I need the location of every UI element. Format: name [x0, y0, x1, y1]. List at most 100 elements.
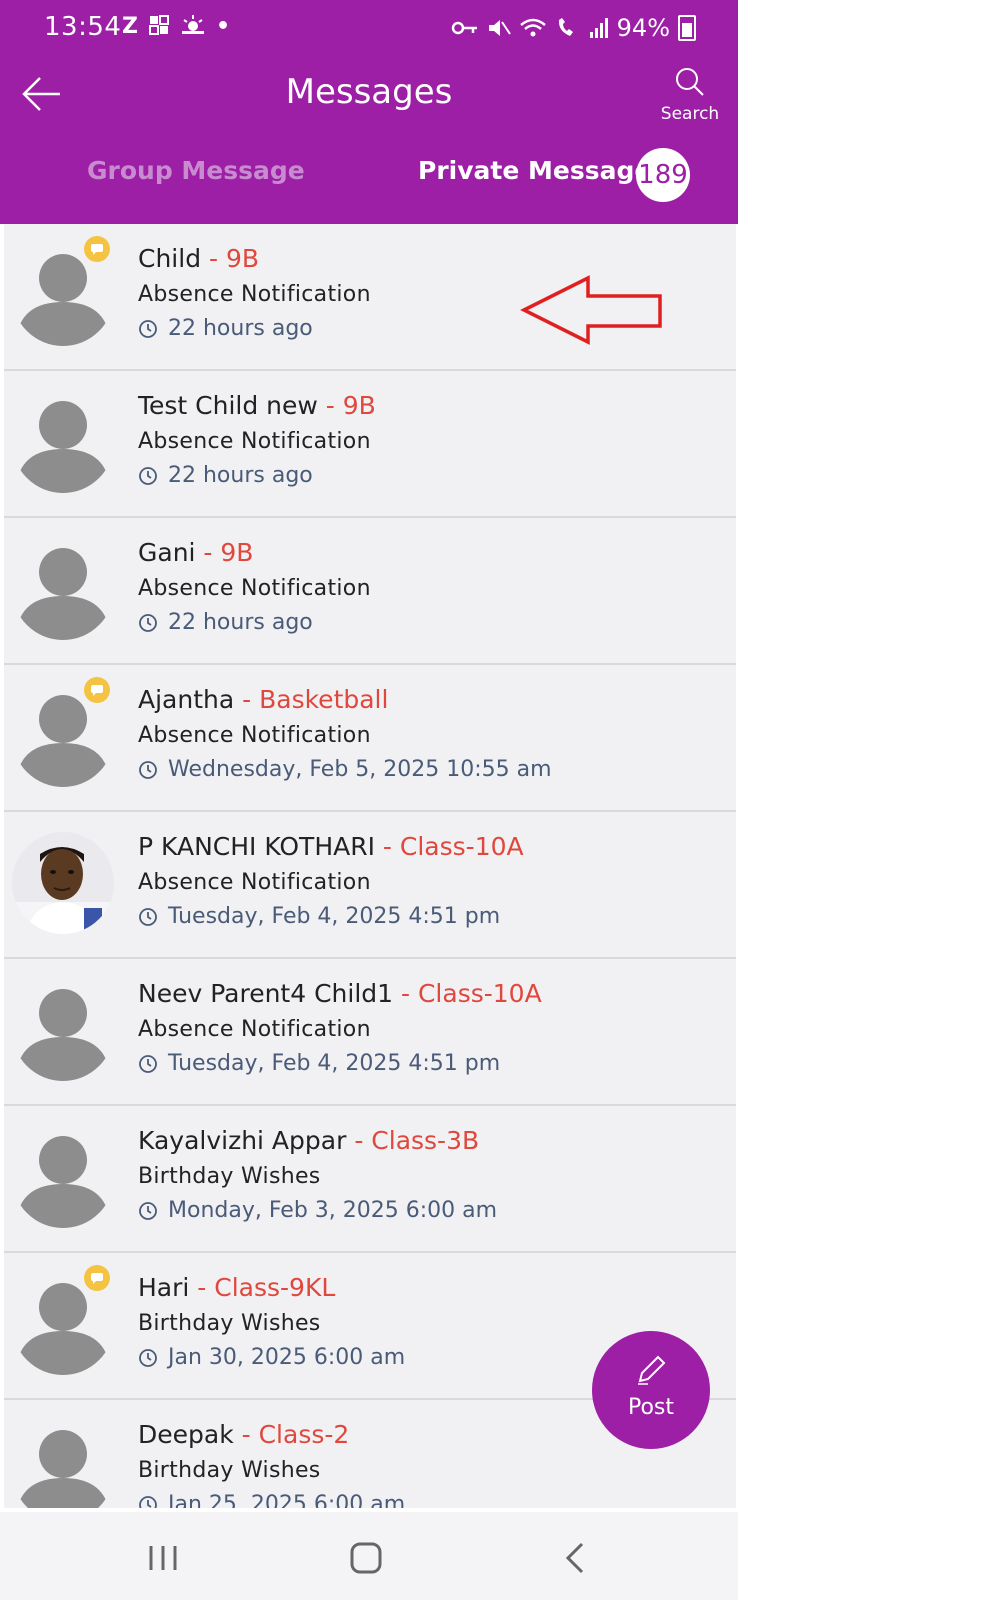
- clock-icon: [139, 613, 157, 632]
- sender-class: - Class-10A: [374, 832, 524, 861]
- recent-apps-button[interactable]: [146, 1538, 186, 1578]
- unread-message-icon: [84, 236, 110, 262]
- message-time: 22 hours ago: [138, 316, 313, 341]
- sender-class: - 9B: [195, 538, 254, 567]
- clock-icon: [139, 760, 157, 779]
- avatar: [12, 832, 114, 934]
- clock-icon: [139, 1201, 157, 1220]
- sender-class: - Class-10A: [393, 979, 542, 1008]
- sender-name: Hari: [138, 1273, 190, 1302]
- clock-icon: [139, 907, 157, 926]
- private-count-badge: 189: [636, 148, 690, 202]
- message-time: Jan 25, 2025 6:00 am: [138, 1492, 405, 1508]
- sender-line: Gani - 9B: [138, 538, 253, 567]
- sender-name: Kayalvizhi Appar: [138, 1126, 347, 1155]
- message-row[interactable]: Kayalvizhi Appar - Class-3B Birthday Wis…: [4, 1106, 736, 1253]
- message-subject: Absence Notification: [138, 576, 371, 601]
- chevron-left-icon: [565, 1542, 584, 1574]
- search-label: Search: [660, 104, 720, 124]
- message-time: 22 hours ago: [138, 463, 313, 488]
- message-list[interactable]: Child - 9B Absence Notification 22 hours…: [4, 224, 736, 1508]
- page-title: Messages: [285, 72, 453, 112]
- status-bar: 13:54 Z • 94%: [0, 0, 738, 58]
- avatar: [12, 1126, 114, 1228]
- message-time: Tuesday, Feb 4, 2025 4:51 pm: [138, 1051, 500, 1076]
- sender-line: Child - 9B: [138, 244, 259, 273]
- message-subject: Absence Notification: [138, 429, 371, 454]
- home-icon: [350, 1542, 382, 1574]
- search-button[interactable]: Search: [658, 66, 722, 130]
- sender-name: Child: [138, 244, 202, 273]
- notification-icon: [148, 15, 169, 35]
- sender-name: Neev Parent4 Child1: [138, 979, 394, 1008]
- tab-bar: Group Message Private Message 189: [0, 134, 738, 224]
- unread-message-icon: [84, 1265, 110, 1291]
- sender-line: Hari - Class-9KL: [138, 1273, 335, 1302]
- sender-class: - Class-3B: [346, 1126, 480, 1155]
- post-button[interactable]: Post: [592, 1331, 710, 1449]
- search-icon: [676, 68, 704, 96]
- sender-class: - Basketball: [234, 685, 389, 714]
- sender-line: Deepak - Class-2: [138, 1420, 349, 1449]
- sender-name: Ajantha: [138, 685, 235, 714]
- message-row[interactable]: Neev Parent4 Child1 - Class-10A Absence …: [4, 959, 736, 1106]
- message-row[interactable]: Test Child new - 9B Absence Notification…: [4, 371, 736, 518]
- message-time: Wednesday, Feb 5, 2025 10:55 am: [138, 757, 552, 782]
- wifi-icon: [519, 18, 546, 37]
- sender-name: Test Child new: [138, 391, 318, 420]
- wifi-call-icon: [558, 18, 573, 36]
- message-row[interactable]: P KANCHI KOTHARI - Class-10A Absence Not…: [4, 812, 736, 959]
- message-timestamp: Tuesday, Feb 4, 2025 4:51 pm: [168, 1051, 501, 1076]
- avatar: [12, 979, 114, 1081]
- clock-icon: [139, 1054, 157, 1073]
- mute-icon: [488, 20, 511, 36]
- message-timestamp: Jan 30, 2025 6:00 am: [168, 1345, 406, 1370]
- message-timestamp: 22 hours ago: [168, 610, 313, 635]
- status-right-icons: 94%: [451, 14, 696, 42]
- post-label: Post: [627, 1395, 675, 1420]
- message-row[interactable]: Ajantha - Basketball Absence Notificatio…: [4, 665, 736, 812]
- message-timestamp: Wednesday, Feb 5, 2025 10:55 am: [168, 757, 552, 782]
- sender-name: P KANCHI KOTHARI: [138, 832, 375, 861]
- system-back-button[interactable]: [560, 1538, 600, 1578]
- message-timestamp: Tuesday, Feb 4, 2025 4:51 pm: [168, 904, 501, 929]
- tab-group-message[interactable]: Group Message: [87, 156, 305, 185]
- message-subject: Birthday Wishes: [138, 1458, 321, 1483]
- message-subject: Birthday Wishes: [138, 1164, 321, 1189]
- sender-line: Test Child new - 9B: [138, 391, 376, 420]
- pencil-icon: [638, 1355, 666, 1385]
- avatar: [12, 391, 114, 493]
- message-subject: Absence Notification: [138, 870, 371, 895]
- sender-class: - Class-9KL: [189, 1273, 336, 1302]
- message-timestamp: Jan 25, 2025 6:00 am: [168, 1492, 406, 1508]
- phone-screen: 13:54 Z • 94% Messages Search Group Mess…: [0, 0, 738, 1600]
- battery-percent: 94%: [616, 14, 670, 42]
- avatar: [12, 538, 114, 640]
- vpn-key-icon: [451, 21, 477, 35]
- system-nav-bar: [0, 1512, 738, 1600]
- message-row[interactable]: Gani - 9B Absence Notification 22 hours …: [4, 518, 736, 665]
- message-subject: Absence Notification: [138, 282, 371, 307]
- sender-line: Neev Parent4 Child1 - Class-10A: [138, 979, 542, 1008]
- status-left-icons: Z •: [122, 14, 230, 39]
- sender-name: Gani: [138, 538, 196, 567]
- unread-message-icon: [84, 677, 110, 703]
- message-subject: Absence Notification: [138, 723, 371, 748]
- clock-icon: [139, 466, 157, 485]
- app-header: Messages Search: [0, 58, 738, 134]
- sender-name: Deepak: [138, 1420, 234, 1449]
- message-subject: Absence Notification: [138, 1017, 371, 1042]
- sender-class: - 9B: [201, 244, 260, 273]
- message-timestamp: 22 hours ago: [168, 463, 313, 488]
- home-button[interactable]: [348, 1538, 388, 1578]
- dot-icon: •: [215, 14, 231, 39]
- tab-private-message[interactable]: Private Message: [418, 156, 651, 185]
- message-timestamp: Monday, Feb 3, 2025 6:00 am: [168, 1198, 498, 1223]
- message-time: Monday, Feb 3, 2025 6:00 am: [138, 1198, 497, 1223]
- battery-icon: [678, 15, 696, 41]
- sender-line: P KANCHI KOTHARI - Class-10A: [138, 832, 524, 861]
- annotation-arrow-icon: [520, 275, 662, 345]
- signal-icon: [589, 18, 608, 38]
- clock-icon: [139, 1348, 157, 1367]
- sender-class: - 9B: [317, 391, 376, 420]
